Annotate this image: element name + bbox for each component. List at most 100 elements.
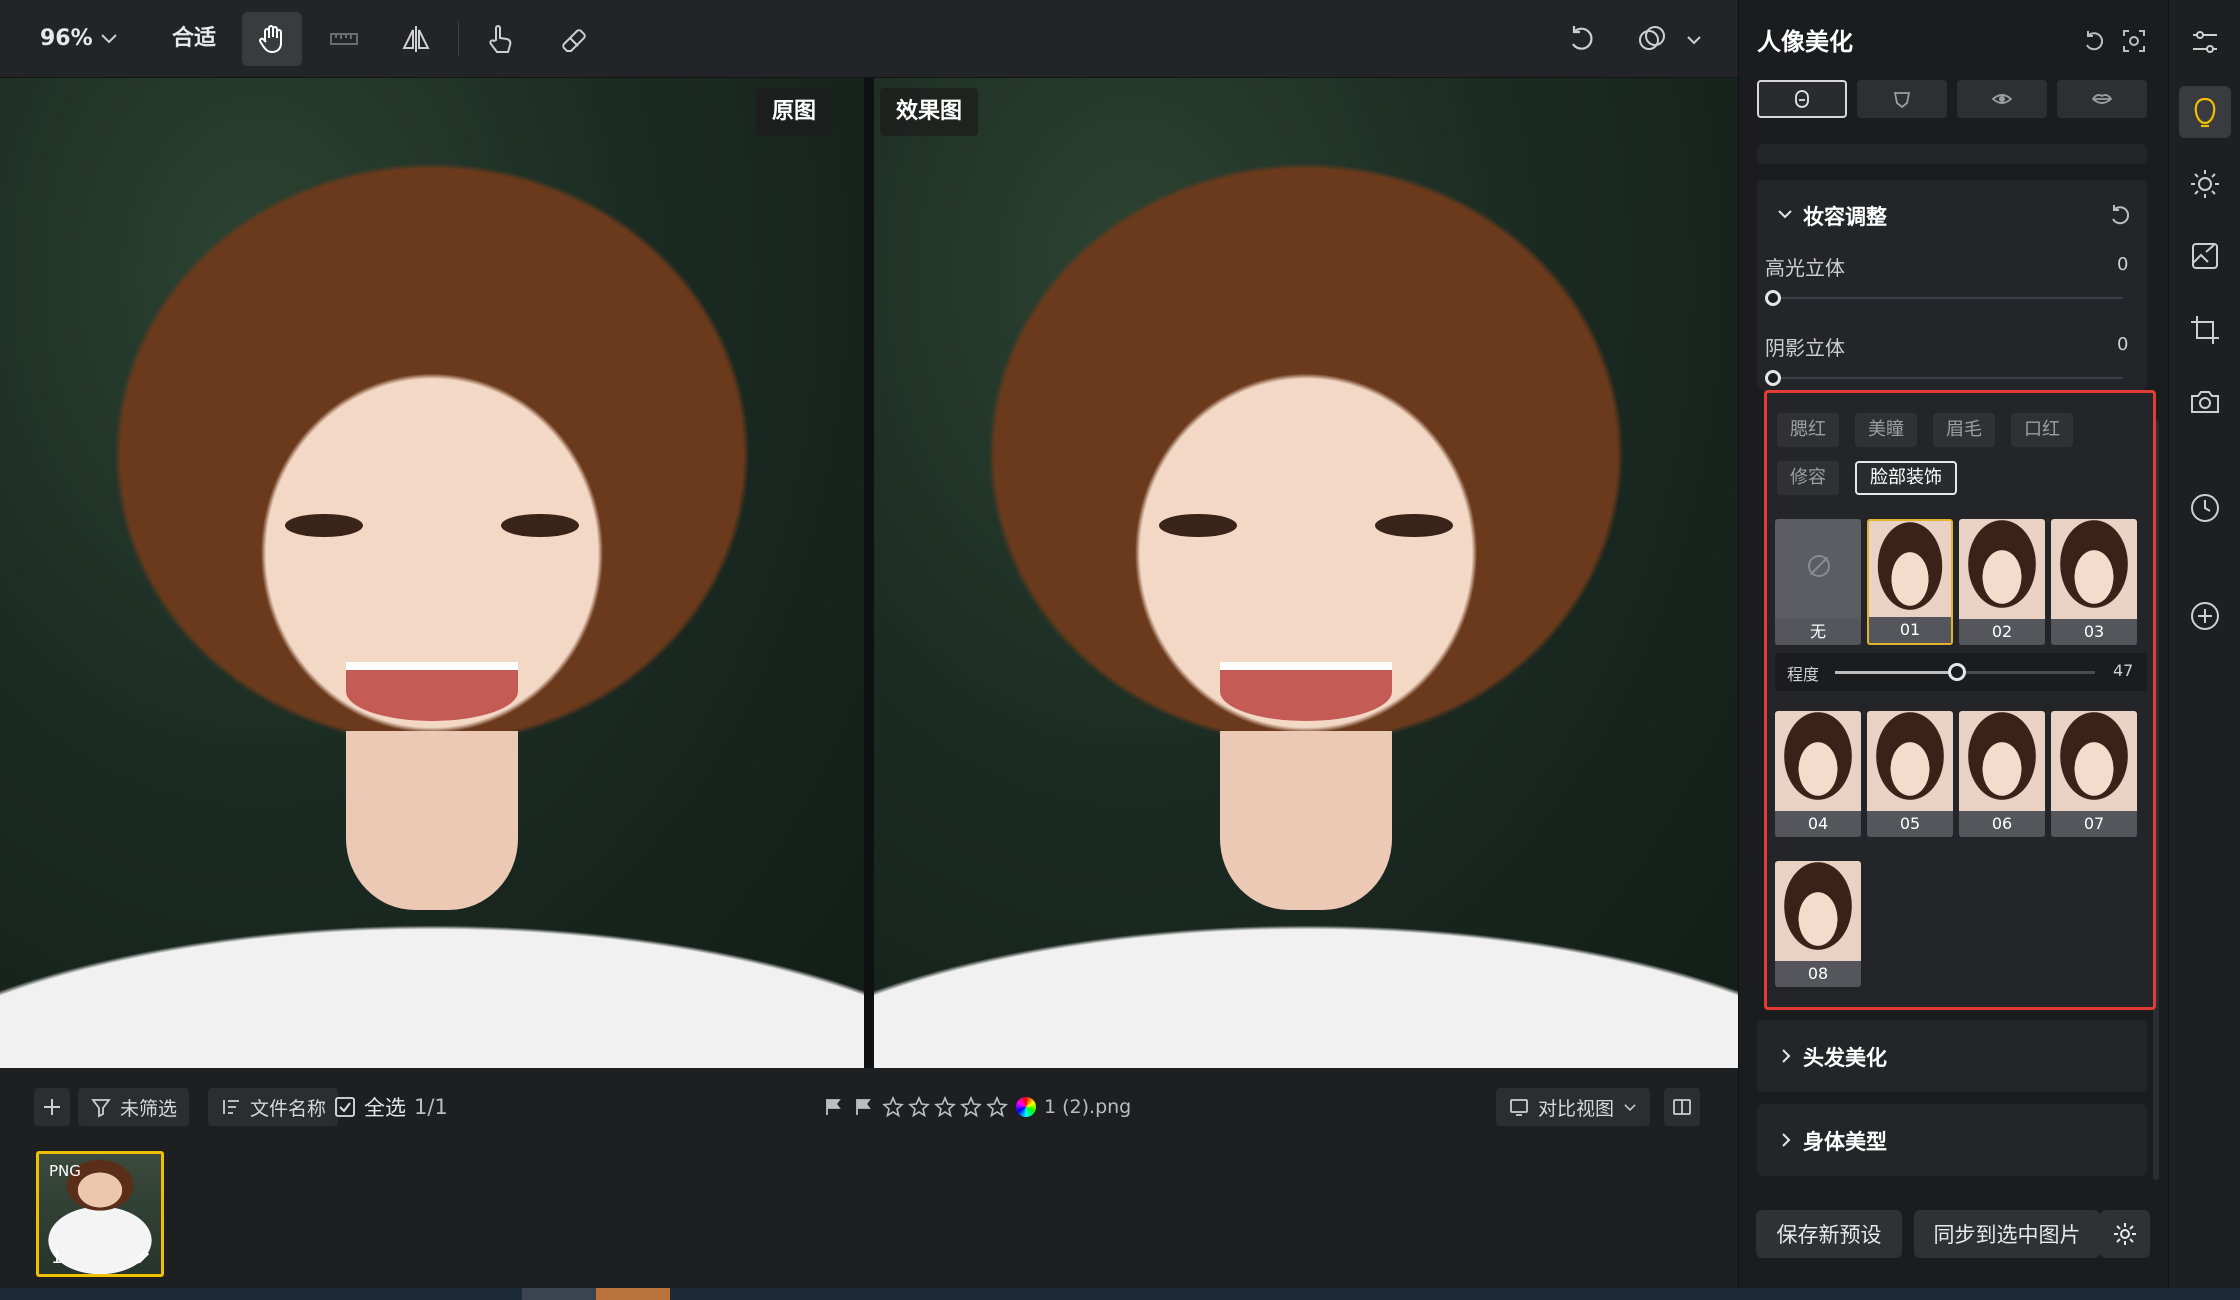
preset-thumbnail: [1869, 521, 1951, 621]
filter-label: 未筛选: [120, 1097, 178, 1120]
preset-label: 无: [1775, 619, 1861, 645]
hair-section[interactable]: 头发美化: [1757, 1020, 2147, 1092]
tab-eyes[interactable]: [1957, 80, 2047, 118]
split-view-button[interactable]: [1664, 1088, 1700, 1126]
highlight-slider-label: 高光立体: [1765, 256, 1845, 280]
star-icon[interactable]: [986, 1096, 1008, 1118]
eraser-icon: [562, 29, 586, 52]
filter-button[interactable]: 未筛选: [78, 1088, 190, 1126]
view-mode-dropdown[interactable]: 对比视图: [1496, 1088, 1651, 1126]
face-decoration-preset[interactable]: 03: [2051, 519, 2137, 645]
tab-face[interactable]: [1757, 80, 1847, 118]
taskbar-app[interactable]: [522, 1288, 596, 1300]
rail-portrait-button[interactable]: [2179, 86, 2231, 138]
eraser-tool-button[interactable]: [544, 12, 604, 66]
taskbar-app-active[interactable]: [596, 1288, 670, 1300]
star-rating[interactable]: [882, 1096, 1008, 1118]
face-decoration-preset[interactable]: 01: [1867, 519, 1953, 645]
rail-camera-button[interactable]: [2179, 376, 2231, 428]
sliders-icon: [2193, 31, 2217, 53]
rail-image-button[interactable]: [2179, 230, 2231, 282]
hand-tool-button[interactable]: [242, 12, 302, 66]
face-decoration-preset[interactable]: 04: [1775, 711, 1861, 837]
sun-icon: [2191, 170, 2219, 198]
intensity-value: 47: [2113, 661, 2134, 680]
sort-button[interactable]: 文件名称: [208, 1088, 339, 1126]
add-image-button[interactable]: [34, 1088, 70, 1126]
original-photo: [0, 78, 864, 1068]
face-detect-icon[interactable]: [2121, 28, 2147, 54]
face-decoration-preset[interactable]: 06: [1959, 711, 2045, 837]
rail-light-button[interactable]: [2179, 158, 2231, 210]
rail-adjust-button[interactable]: [2179, 16, 2231, 68]
select-all-checkbox[interactable]: 全选 1/1: [334, 1088, 448, 1126]
reset-icon[interactable]: [2081, 28, 2107, 54]
makeup-chip[interactable]: 美瞳: [1855, 413, 1917, 447]
star-icon[interactable]: [908, 1096, 930, 1118]
gear-icon: [2114, 1223, 2136, 1245]
color-label-icon[interactable]: [1016, 1097, 1036, 1117]
chevron-down-icon[interactable]: [1777, 206, 1793, 222]
touch-tool-button[interactable]: [470, 12, 530, 66]
preset-label: 02: [1959, 619, 2045, 645]
jaw-icon: [1893, 92, 1911, 109]
preset-label: 05: [1867, 811, 1953, 837]
compare-mode-button[interactable]: [1622, 12, 1682, 66]
makeup-chip[interactable]: 口红: [2011, 413, 2073, 447]
ruler-icon: [330, 33, 358, 45]
zoom-level[interactable]: 96%: [40, 0, 93, 78]
makeup-chip[interactable]: 眉毛: [1933, 413, 1995, 447]
highlight-slider-knob[interactable]: [1765, 290, 1781, 306]
body-section[interactable]: 身体美型: [1757, 1104, 2147, 1176]
thumbnail-item[interactable]: PNG 1: [36, 1151, 164, 1277]
straighten-tool-button[interactable]: [314, 12, 374, 66]
intensity-fill: [1835, 671, 1958, 674]
makeup-chip[interactable]: 腮红: [1777, 413, 1839, 447]
preset-none[interactable]: 无: [1775, 519, 1861, 645]
highlight-slider-track[interactable]: [1765, 297, 2123, 299]
makeup-chip[interactable]: 修容: [1777, 461, 1839, 495]
flag-reject-icon[interactable]: [822, 1096, 844, 1118]
tab-shape[interactable]: [1857, 80, 1947, 118]
star-icon[interactable]: [882, 1096, 904, 1118]
split-view-icon: [1673, 1099, 1691, 1115]
makeup-chip[interactable]: 脸部装饰: [1855, 461, 1957, 495]
star-icon[interactable]: [934, 1096, 956, 1118]
sort-label: 文件名称: [250, 1097, 327, 1120]
effect-photo: [874, 78, 1738, 1068]
overlap-circles-icon: [1639, 26, 1665, 50]
settings-button[interactable]: [2100, 1210, 2150, 1258]
face-decoration-preset[interactable]: 05: [1867, 711, 1953, 837]
face-decoration-preset[interactable]: 07: [2051, 711, 2137, 837]
intensity-knob[interactable]: [1948, 663, 1967, 681]
face-decoration-preset[interactable]: 08: [1775, 861, 1861, 987]
sync-to-selected-button[interactable]: 同步到选中图片: [1914, 1210, 2100, 1258]
reset-button[interactable]: [1552, 12, 1612, 66]
preset-thumbnail: [1959, 711, 2045, 811]
chevron-down-icon[interactable]: [100, 32, 118, 46]
face-icon: [1795, 90, 1809, 108]
face-decoration-preset[interactable]: 02: [1959, 519, 2045, 645]
save-preset-button[interactable]: 保存新预设: [1756, 1210, 1902, 1258]
shadow-slider-track[interactable]: [1765, 377, 2123, 379]
rail-crop-button[interactable]: [2179, 304, 2231, 356]
chevron-down-icon[interactable]: [1686, 34, 1702, 46]
clock-icon: [2191, 494, 2219, 522]
rail-history-button[interactable]: [2179, 482, 2231, 534]
flip-button[interactable]: [386, 12, 446, 66]
preset-label: 03: [2051, 619, 2137, 645]
body-section-title: 身体美型: [1803, 1130, 1887, 1154]
pencil-icon[interactable]: [133, 1248, 151, 1266]
image-canvas[interactable]: 原图 效果图: [0, 78, 1738, 1068]
shadow-slider-label: 阴影立体: [1765, 336, 1845, 360]
makeup-section-title[interactable]: 妆容调整: [1803, 201, 1887, 231]
flag-pick-icon[interactable]: [852, 1096, 874, 1118]
star-icon[interactable]: [960, 1096, 982, 1118]
reset-icon[interactable]: [2107, 202, 2133, 228]
fit-button[interactable]: 合适: [172, 0, 216, 78]
tab-lips[interactable]: [2057, 80, 2147, 118]
preset-label: 07: [2051, 811, 2137, 837]
rail-add-button[interactable]: [2179, 590, 2231, 642]
shadow-slider-knob[interactable]: [1765, 370, 1781, 386]
camera-icon: [2191, 391, 2219, 413]
